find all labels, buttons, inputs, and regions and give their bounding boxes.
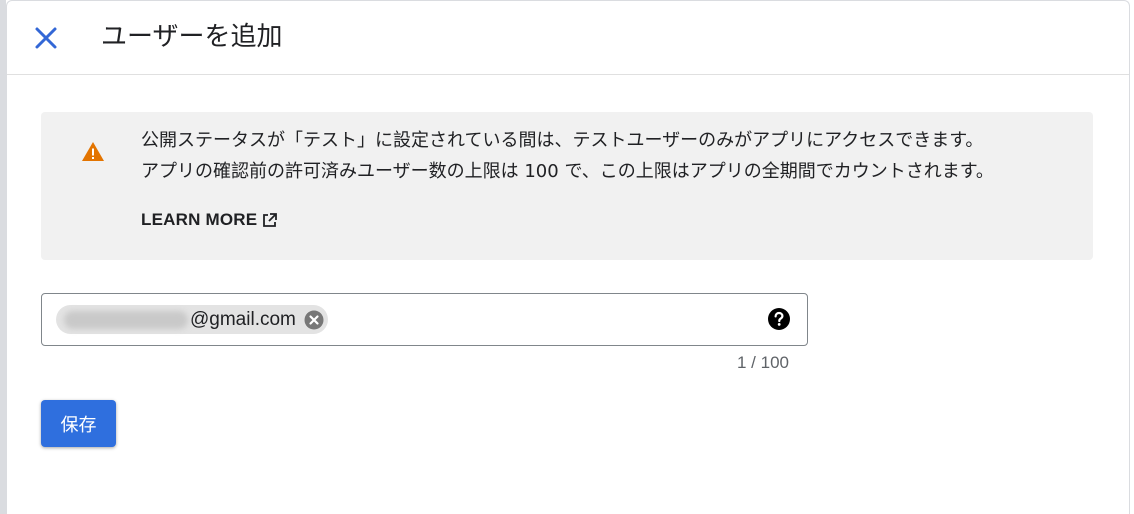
dialog-header: ユーザーを追加 (7, 1, 1129, 75)
learn-more-link[interactable]: LEARN MORE (141, 210, 278, 230)
test-status-notice: 公開ステータスが「テスト」に設定されている間は、テストユーザーのみがアプリにアク… (41, 112, 1093, 260)
email-chip-text: @gmail.com (190, 308, 296, 330)
character-counter: 1 / 100 (737, 353, 789, 372)
notice-line-2: アプリの確認前の許可済みユーザー数の上限は 100 で、この上限はアプリの全期間… (141, 161, 994, 182)
redacted-email-username (64, 310, 188, 329)
close-icon (35, 27, 57, 49)
warning-icon (82, 142, 104, 161)
close-button[interactable] (29, 21, 63, 55)
add-user-dialog: ユーザーを追加 公開ステータスが「テスト」に設定されている間は、テストユーザーの… (6, 0, 1130, 514)
cancel-icon[interactable] (304, 310, 324, 330)
user-email-input[interactable]: @gmail.com (41, 293, 808, 346)
help-icon[interactable] (768, 308, 790, 330)
notice-message: 公開ステータスが「テスト」に設定されている間は、テストユーザーのみがアプリにアク… (141, 125, 1081, 187)
email-chip: @gmail.com (56, 305, 328, 334)
learn-more-label: LEARN MORE (141, 210, 258, 229)
notice-line-1: 公開ステータスが「テスト」に設定されている間は、テストユーザーのみがアプリにアク… (141, 130, 984, 151)
dialog-title: ユーザーを追加 (101, 22, 283, 52)
save-button[interactable]: 保存 (41, 400, 116, 447)
external-link-icon (263, 212, 278, 227)
